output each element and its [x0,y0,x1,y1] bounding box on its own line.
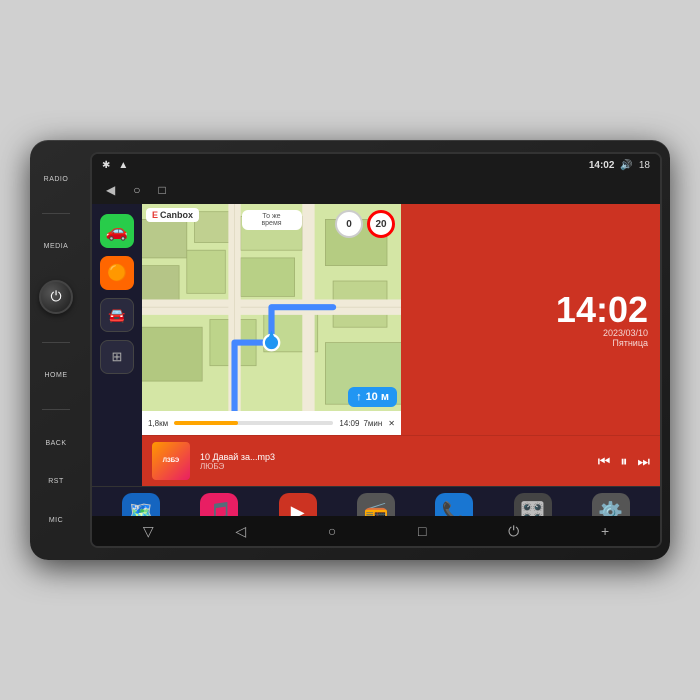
bottom-plus-icon[interactable]: + [601,523,609,539]
turn-distance: 10 м [366,391,389,403]
play-pause-button[interactable]: ⏸ [620,453,627,470]
carplay-icon[interactable]: 🚗 [100,214,134,248]
screen-body: 🚗 🟠 🚘 ⊞ [92,204,660,546]
time-remaining: 7мин [363,419,382,428]
screen-bezel: ✱ ▲ 14:02 🔊 18 ◀ ○ □ [82,140,670,560]
map-panel[interactable]: E Canbox 0 20 [142,204,401,435]
eta: 14:09 [339,419,359,428]
canbox-header: E Canbox [146,208,199,222]
left-controls-panel: RADIO MEDIA ⏻ HOME BACK RST MIC [30,140,82,560]
bottom-home-icon[interactable]: ○ [328,523,336,539]
bottom-back-icon[interactable]: ▽ [143,523,154,540]
status-bar: ✱ ▲ 14:02 🔊 18 [92,154,660,176]
status-right: 14:02 🔊 18 [589,160,650,171]
turn-direction-box: ↑ 10 м [348,387,397,407]
bottom-recents-icon[interactable]: □ [418,523,426,539]
album-art: ЛЗБЭ [152,442,190,480]
big-clock: 14:02 [556,292,648,328]
map-bottom-bar: 1,8км 14:09 7мин ✕ [142,411,401,435]
turn-arrow: ↑ [356,391,362,403]
music-controls: ⏮ ⏸ ⏭ [598,453,650,470]
clock-panel: 14:02 2023/03/10 Пятница [401,204,660,435]
route-progress [174,421,333,425]
power-icon: ⏻ [50,288,61,305]
canbox-logo: E Canbox [146,208,199,222]
bottom-navigation: ▽ ◁ ○ □ ⏻ + [92,516,660,546]
status-left: ✱ ▲ [102,160,128,171]
close-map-icon[interactable]: ✕ [388,419,395,428]
mic-label[interactable]: MIC [49,515,63,526]
recents-nav-icon[interactable]: □ [158,183,165,197]
status-time: 14:02 [589,160,615,171]
speed-limit: 20 [367,210,395,238]
divider-3 [42,409,70,410]
wifi-status-icon: ▲ [118,160,128,171]
bluetooth-status-icon: ✱ [102,160,110,171]
android-nav-bar: ◀ ○ □ [92,176,660,204]
track-name: 10 Давай за...mp3 [200,452,588,462]
grid-app-icon[interactable]: ⊞ [100,340,134,374]
divider-1 [42,213,70,214]
power-knob[interactable]: ⏻ [39,280,73,314]
dist-remaining: 1,8км [148,419,168,428]
canbox-brand: Canbox [160,210,193,220]
instruction-text: То же время [261,213,281,227]
back-label[interactable]: BACK [45,438,66,449]
main-content: ◀ ○ □ 🚗 🟠 🚘 [92,176,660,546]
left-icon-column: 🚗 🟠 🚘 ⊞ [92,204,142,486]
rst-label[interactable]: RST [48,476,64,487]
prev-button[interactable]: ⏮ [598,453,611,470]
divider-2 [42,342,70,343]
radio-label[interactable]: RADIO [44,174,69,185]
bottom-power-icon[interactable]: ⏻ [508,523,519,540]
bottom-return-icon[interactable]: ◁ [235,523,246,540]
battery-level: 18 [639,160,650,171]
home-label[interactable]: HOME [45,370,68,381]
track-artist: ЛЮБЭ [200,462,588,471]
media-label[interactable]: MEDIA [44,241,69,252]
track-info: 10 Давай за...mp3 ЛЮБЭ [200,452,588,471]
current-speed: 0 [335,210,363,238]
radio-unit: RADIO MEDIA ⏻ HOME BACK RST MIC ✱ ▲ 14:0… [30,140,670,560]
main-screen: ✱ ▲ 14:02 🔊 18 ◀ ○ □ [90,152,662,548]
day-display: Пятница [612,338,648,348]
route-progress-fill [174,421,238,425]
nav-instruction: То же время [242,210,302,230]
speed-overlay: 0 20 [335,210,395,238]
car-app-icon[interactable]: 🚘 [100,298,134,332]
home-nav-icon[interactable]: ○ [133,183,140,197]
album-short: ЛЗБЭ [163,458,179,464]
back-nav-icon[interactable]: ◀ [106,183,115,197]
music-panel: ЛЗБЭ 10 Давай за...mp3 ЛЮБЭ ⏮ ⏸ ⏭ [142,435,660,486]
next-button[interactable]: ⏭ [637,453,650,470]
date-display: 2023/03/10 [603,328,648,338]
waze-icon[interactable]: 🟠 [100,256,134,290]
volume-icon: 🔊 [620,160,632,171]
